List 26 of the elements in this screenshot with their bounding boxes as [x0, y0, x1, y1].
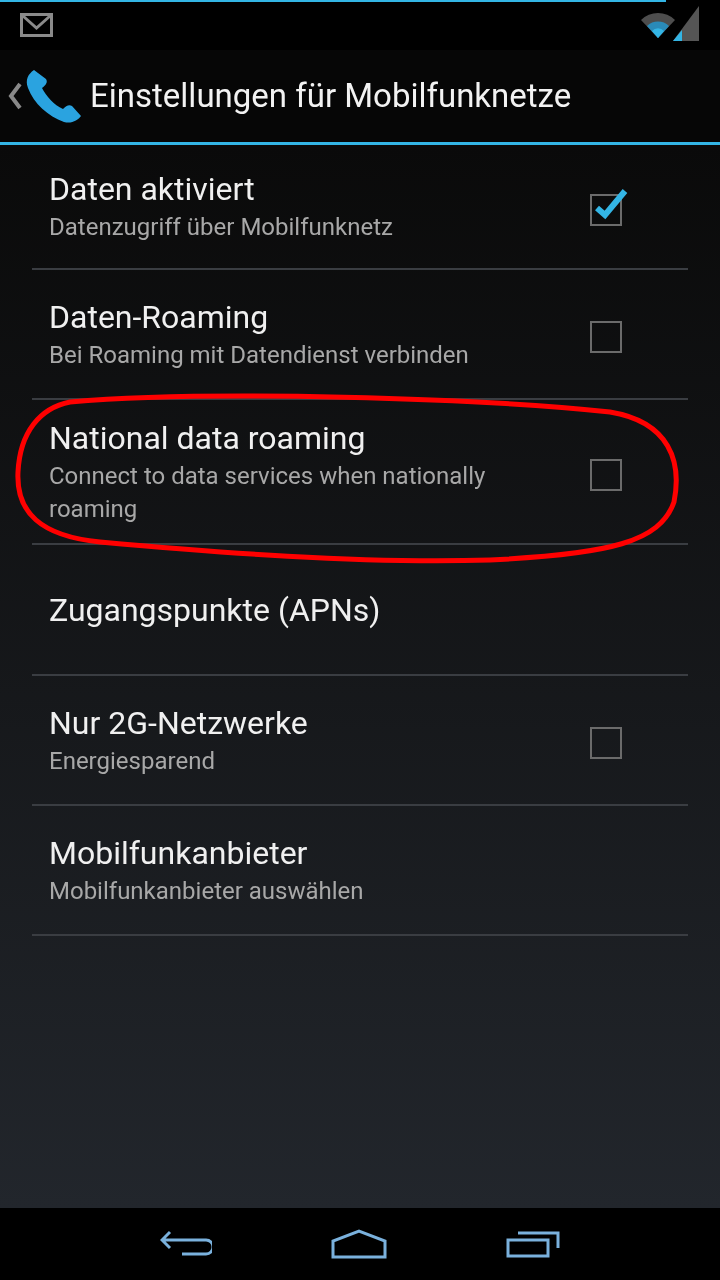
setting-title: National data roaming — [49, 417, 367, 458]
setting-title: Nur 2G-Netzwerke — [49, 702, 309, 743]
setting-row[interactable]: Daten aktiviert Datenzugriff über Mobilfunknetz — [32, 145, 688, 270]
home-icon[interactable] — [331, 1229, 387, 1259]
checkbox[interactable] — [590, 186, 630, 227]
recent-apps-icon[interactable] — [506, 1230, 561, 1258]
setting-title: Daten aktiviert — [49, 169, 256, 209]
caret-icon — [8, 82, 22, 110]
setting-title: Mobilfunkanbieter — [49, 832, 309, 873]
setting-row[interactable]: Daten-Roaming Bei Roaming mit Datendienst verbinden — [32, 270, 688, 400]
wifi-icon — [640, 11, 676, 39]
screen-title: Einstellungen für Mobilfunknetze — [90, 75, 572, 118]
setting-summary: Mobilfunkanbieter auswählen — [49, 875, 365, 907]
setting-row[interactable]: National data roaming Connect to data services when nationally roaming — [32, 400, 688, 545]
setting-row[interactable]: Nur 2G-Netzwerke Energiesparend — [32, 676, 688, 806]
signal-icon — [672, 5, 700, 41]
setting-summary: Connect to data services when nationally roaming — [49, 460, 487, 525]
setting-title: Daten-Roaming — [49, 296, 270, 337]
mail-icon — [20, 13, 53, 37]
back-icon[interactable] — [159, 1230, 212, 1258]
setting-row[interactable]: Mobilfunkanbieter Mobilfunkanbieter auswählen — [32, 806, 688, 936]
setting-title: Zugangspunkte (APNs) — [49, 589, 382, 630]
setting-summary: Energiesparend — [49, 745, 216, 777]
setting-row[interactable]: Zugangspunkte (APNs) — [32, 545, 688, 676]
setting-summary: Bei Roaming mit Datendienst verbinden — [49, 339, 470, 371]
setting-summary: Datenzugriff über Mobilfunknetz — [49, 212, 394, 243]
